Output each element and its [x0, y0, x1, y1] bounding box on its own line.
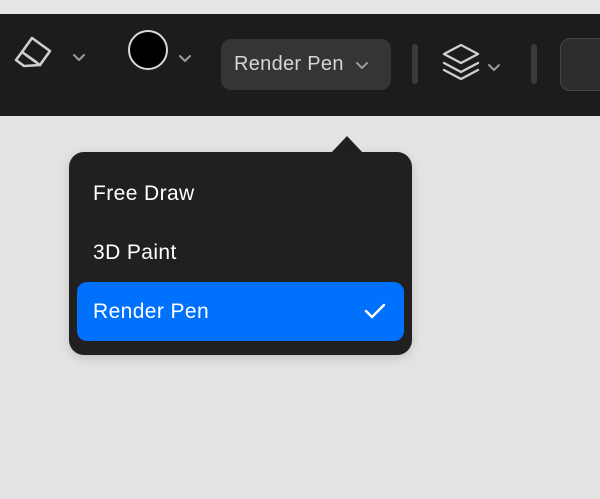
color-swatch — [128, 30, 168, 70]
layers-button[interactable] — [440, 42, 501, 82]
toolbar-separator — [412, 44, 418, 84]
menu-item-render-pen[interactable]: Render Pen — [77, 282, 404, 341]
menu-item-label: Free Draw — [93, 181, 195, 205]
checkmark-icon — [364, 303, 386, 319]
toolbar-separator — [531, 44, 537, 84]
chevron-down-icon — [356, 62, 368, 69]
menu-item-label: 3D Paint — [93, 240, 177, 264]
drawing-mode-value: Render Pen — [234, 53, 344, 75]
chevron-down-icon — [179, 55, 191, 62]
chevron-down-icon — [73, 54, 85, 61]
layers-icon — [442, 43, 480, 81]
popover-arrow — [331, 136, 363, 153]
menu-item-3d-paint[interactable]: 3D Paint — [77, 223, 404, 282]
color-button[interactable] — [128, 26, 192, 74]
drawing-mode-select[interactable]: Render Pen — [221, 39, 391, 90]
eraser-icon — [14, 36, 52, 68]
window-top-strip — [0, 0, 600, 14]
menu-item-free-draw[interactable]: Free Draw — [77, 164, 404, 223]
chevron-down-icon — [488, 64, 500, 71]
eraser-button[interactable] — [14, 34, 86, 70]
drawing-mode-menu: Free Draw 3D Paint Render Pen — [69, 152, 412, 355]
toolbar-button-partial[interactable] — [560, 38, 600, 91]
menu-item-label: Render Pen — [93, 299, 210, 323]
